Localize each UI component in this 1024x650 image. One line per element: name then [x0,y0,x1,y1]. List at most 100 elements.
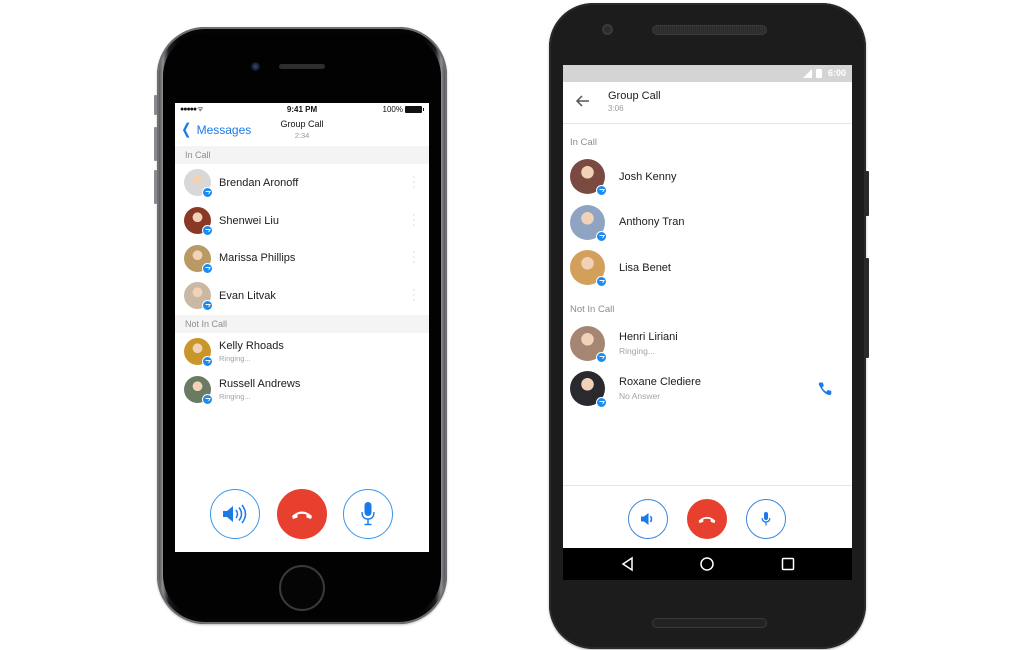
status-time: 6:00 [827,68,846,78]
front-camera [251,62,260,71]
call-duration: 2:34 [294,131,310,140]
avatar [570,159,607,197]
call-controls [175,489,429,539]
android-nav-bar [563,548,852,580]
nav-home-icon[interactable] [699,556,715,572]
bottom-speaker [652,618,767,628]
section-header-not-in-call: Not In Call [175,314,429,333]
nav-recents-icon[interactable] [780,556,796,572]
volume-up-button [154,127,157,161]
microphone-icon [761,512,771,526]
section-header-in-call: In Call [570,137,597,148]
participant-name: Anthony Tran [619,216,685,229]
avatar [184,207,213,237]
participant-name: Roxane Clediere [619,376,701,389]
page-title: Group Call [280,119,324,129]
avatar [570,250,607,288]
mute-button[interactable] [343,489,393,539]
mute-switch [154,95,157,115]
participant-row[interactable]: Russell Andrews Ringing... [175,370,429,408]
android-screen: 6:00 Group Call 3:06 In Call Josh Kenny … [563,65,852,580]
participant-row[interactable]: Evan Litvak [175,277,429,315]
participant-name: Josh Kenny [619,170,677,183]
participant-row[interactable]: Josh Kenny [563,154,852,200]
avatar [184,244,213,274]
participant-row[interactable]: Roxane Clediere No Answer [563,366,852,412]
front-camera [602,24,613,35]
messenger-badge-icon [202,356,213,368]
messenger-badge-icon [202,187,213,199]
avatar [570,204,607,242]
participant-status: Ringing... [619,345,655,356]
ios-nav-bar: ❮ Messages Group Call 2:34 [175,116,429,146]
battery-percent: 100% [382,105,403,114]
participant-row[interactable]: Lisa Benet [563,245,852,291]
android-toolbar: Group Call 3:06 [563,82,852,124]
avatar [184,169,213,199]
volume-down-button [154,170,157,204]
participant-name: Shenwei Liu [219,214,279,227]
more-icon[interactable] [413,176,415,190]
speaker-icon [223,504,247,524]
participant-name: Brendan Aronoff [219,176,299,189]
mute-button[interactable] [746,499,786,539]
ios-status-bar: ●●●●● ᯤ 9:41 PM 100% [175,103,429,116]
volume-rocker [865,258,869,358]
end-call-icon [292,511,312,519]
messenger-badge-icon [202,393,213,405]
participant-row[interactable]: Kelly Rhoads Ringing... [175,333,429,371]
phone-call-icon[interactable] [817,381,833,397]
section-header-not-in-call: Not In Call [570,303,615,315]
battery-icon [816,69,822,78]
home-button[interactable] [279,565,325,611]
signal-icon [803,69,812,78]
messenger-badge-icon [202,300,213,312]
participant-status: No Answer [619,391,661,402]
power-button [865,171,869,216]
call-duration: 3:06 [608,104,624,113]
section-header-in-call: In Call [175,146,429,164]
messenger-badge-icon [202,225,213,237]
participant-row[interactable]: Brendan Aronoff [175,164,429,202]
participant-name: Henri Liriani [619,330,678,343]
participant-row[interactable]: Marissa Phillips [175,239,429,277]
microphone-icon [361,502,375,526]
avatar [184,338,213,368]
messenger-badge-icon [596,185,607,197]
speaker-button[interactable] [628,499,668,539]
more-icon[interactable] [413,213,415,228]
end-call-icon [698,516,716,524]
messenger-badge-icon [596,397,607,409]
speaker-icon [641,513,653,525]
participant-row[interactable]: Anthony Tran [563,200,852,246]
avatar [570,325,607,363]
messenger-badge-icon [202,262,213,274]
arrow-back-icon[interactable] [574,92,592,110]
battery-icon [405,106,424,113]
earpiece-speaker [279,64,325,69]
participant-name: Marissa Phillips [219,252,296,265]
more-icon[interactable] [413,251,415,266]
earpiece-speaker [652,25,767,35]
iphone-device: ●●●●● ᯤ 9:41 PM 100% ❮ Messages Group Ca… [154,27,447,624]
speaker-button[interactable] [210,489,260,539]
avatar [184,375,213,405]
participant-row[interactable]: Henri Liriani Ringing... [563,321,852,367]
avatar [184,282,213,312]
end-call-button[interactable] [687,499,727,539]
messenger-badge-icon [596,276,607,288]
page-title: Group Call [608,90,661,102]
nav-back-icon[interactable] [620,556,636,572]
end-call-button[interactable] [277,489,327,539]
more-icon[interactable] [413,289,415,304]
participant-status: Ringing... [219,391,251,401]
participant-name: Evan Litvak [219,289,276,302]
participant-row[interactable]: Shenwei Liu [175,202,429,240]
participant-name: Kelly Rhoads [219,340,284,353]
avatar [570,371,607,409]
call-controls [563,485,852,548]
participant-name: Lisa Benet [619,261,671,274]
messenger-badge-icon [596,230,607,242]
android-status-bar: 6:00 [563,65,852,82]
ios-screen: ●●●●● ᯤ 9:41 PM 100% ❮ Messages Group Ca… [175,103,429,552]
